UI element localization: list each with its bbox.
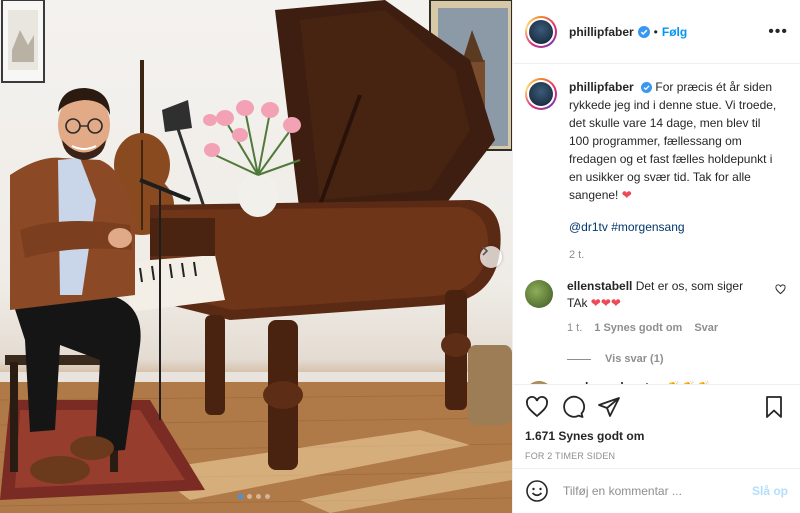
save-bookmark-icon[interactable] — [762, 395, 786, 419]
emoji-smiley-icon[interactable] — [525, 479, 549, 503]
comments-list[interactable]: phillipfaber For præcis ét år siden rykk… — [513, 64, 800, 384]
post-actions-area: 1.671 Synes godt om FOR 2 TIMER SIDEN — [513, 384, 800, 461]
avatar[interactable] — [525, 78, 557, 110]
photo-illustration — [0, 0, 512, 513]
post-comment-button[interactable]: Slå op — [752, 484, 788, 498]
verified-badge-icon — [641, 82, 653, 93]
carousel-next-button[interactable] — [480, 246, 502, 268]
like-count[interactable]: 1.671 Synes godt om — [525, 429, 786, 443]
add-comment-bar: Slå op — [513, 468, 800, 513]
comment-username[interactable]: ellenstabell — [567, 279, 632, 293]
caption-username[interactable]: phillipfaber — [569, 80, 634, 94]
username-link[interactable]: phillipfaber — [569, 25, 634, 39]
chevron-right-icon — [482, 246, 489, 256]
view-replies-label: Vis svar (1) — [605, 353, 664, 365]
comment-likes[interactable]: 1 Synes godt om — [594, 320, 682, 337]
heart-emoji: ❤ — [621, 188, 632, 202]
caption-tags[interactable]: @dr1tv #morgensang — [569, 218, 779, 236]
caption-text: For præcis ét år siden rykkede jeg ind i… — [569, 80, 777, 202]
avatar[interactable] — [525, 15, 557, 48]
action-bar — [525, 393, 786, 421]
more-options-icon[interactable]: ••• — [768, 23, 788, 40]
comment-input[interactable] — [563, 484, 752, 498]
separator-dot: • — [653, 24, 658, 39]
comment-item: ellenstabell Det er os, som siger TAk ❤❤… — [525, 278, 786, 337]
comment-bubble-icon[interactable] — [561, 395, 585, 419]
carousel-indicator — [238, 494, 270, 499]
heart-emoji: ❤❤❤ — [590, 296, 621, 310]
view-replies-button[interactable]: Vis svar (1) — [567, 353, 786, 365]
caption-age: 2 t. — [569, 249, 585, 261]
reply-button[interactable]: Svar — [694, 320, 718, 337]
share-paper-plane-icon[interactable] — [597, 395, 621, 419]
post-timestamp: FOR 2 TIMER SIDEN — [525, 451, 616, 461]
avatar[interactable] — [525, 280, 553, 308]
verified-badge-icon — [637, 25, 650, 38]
carousel-dot — [265, 494, 270, 499]
post-header: phillipfaber • Følg ••• — [513, 0, 800, 64]
carousel-dot — [247, 494, 252, 499]
caption: phillipfaber For præcis ét år siden rykk… — [525, 78, 786, 264]
comment-age: 1 t. — [567, 322, 583, 334]
post-photo[interactable] — [0, 0, 512, 513]
carousel-dot — [238, 494, 243, 499]
carousel-dot — [256, 494, 261, 499]
like-heart-icon[interactable] — [525, 395, 549, 419]
like-comment-heart-icon[interactable] — [775, 284, 786, 295]
follow-button[interactable]: Følg — [662, 25, 687, 39]
post-side-panel: phillipfaber • Følg ••• phillipfaber For… — [512, 0, 800, 513]
